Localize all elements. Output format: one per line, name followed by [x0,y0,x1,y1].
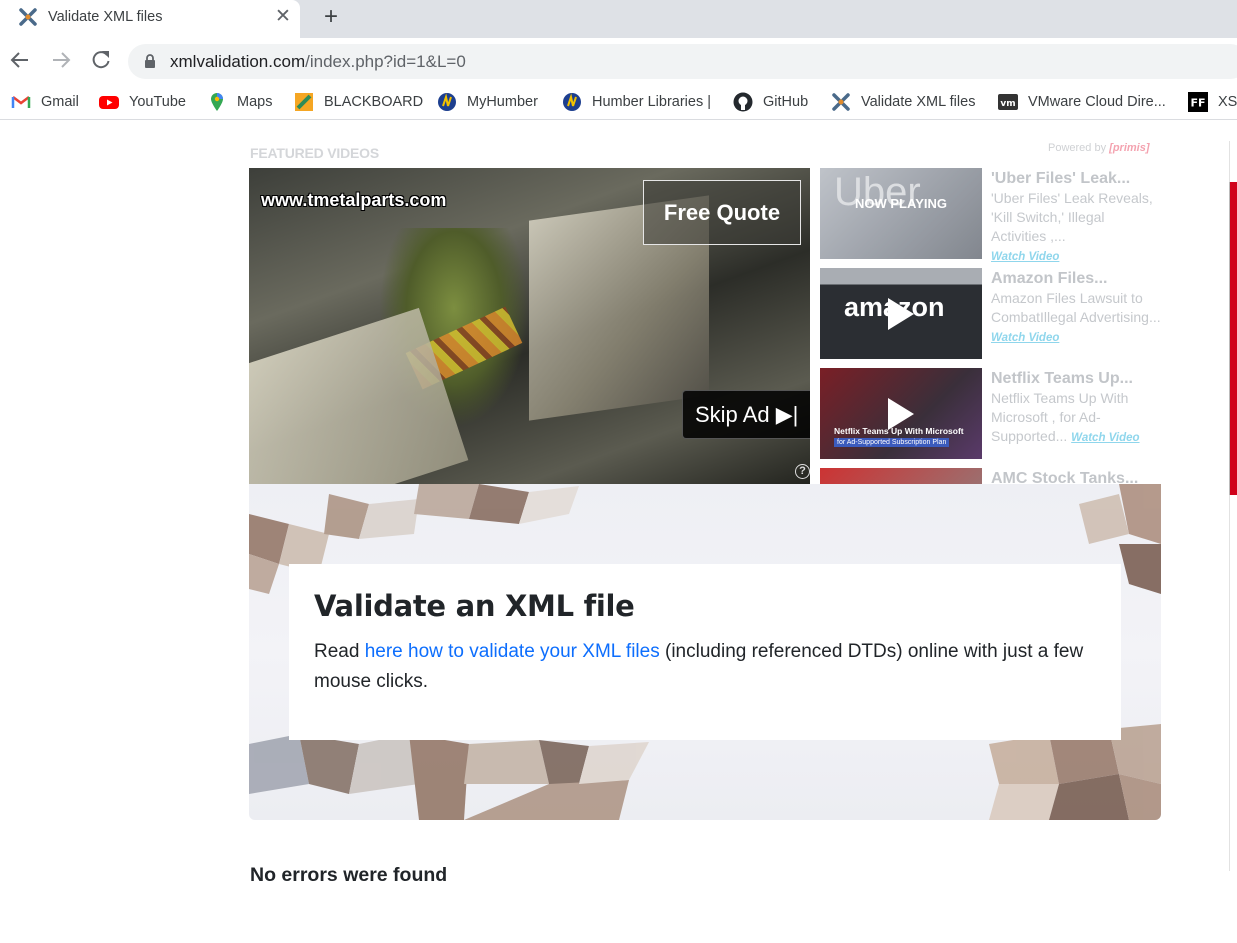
url-host: xmlvalidation.com [170,52,306,71]
intro-card: Validate an XML file Read here how to va… [289,564,1121,740]
validation-result: No errors were found [250,864,448,886]
playlist-title[interactable]: Amazon Files... [991,270,1107,288]
bookmark-label: Gmail [41,94,79,110]
url-path: /index.php?id=1&L=0 [305,52,466,71]
powered-by[interactable]: Powered by [primis] [1048,142,1150,154]
address-bar[interactable]: xmlvalidation.com/index.php?id=1&L=0 [128,44,1237,79]
playlist-item[interactable]: amazon Amazon Files... Amazon Files Laws… [820,268,1165,360]
now-playing-label: NOW PLAYING [855,196,947,211]
description-text: 'Uber Files' Leak Reveals, 'Kill Switch,… [991,190,1153,244]
back-arrow-icon[interactable] [9,49,31,71]
blackboard-icon [295,93,313,111]
reload-icon[interactable] [90,49,112,71]
playlist-description: Amazon Files Lawsuit to CombatIllegal Ad… [991,289,1161,348]
thumb-caption: Netflix Teams Up With Microsoft [834,426,964,436]
bookmark-youtube[interactable]: YouTube [99,90,186,114]
video-thumbnail: Netflix Teams Up With Microsoft for Ad-S… [820,368,982,459]
tab-active[interactable]: Validate XML files ✕ [0,0,300,38]
bookmark-xsd[interactable]: FF XSD [1188,90,1237,114]
svg-text:FF: FF [1190,97,1205,110]
video-player[interactable]: www.tmetalparts.com Free Quote Skip Ad ▶… [249,168,810,484]
page-title: Validate an XML file [314,589,635,623]
tab-strip: Validate XML files ✕ + [0,0,1237,38]
intro-text: Read here how to validate your XML files… [314,637,1104,697]
browser-toolbar: xmlvalidation.com/index.php?id=1&L=0 [0,38,1237,84]
bookmark-blackboard[interactable]: BLACKBOARD [294,90,423,114]
bookmark-label: MyHumber [467,94,538,110]
sidebar-ad[interactable] [1229,182,1237,495]
playlist-item[interactable]: Netflix Teams Up With Microsoft for Ad-S… [820,368,1165,460]
powered-by-text: Powered by [1048,142,1107,154]
bookmark-label: GitHub [763,94,809,110]
bookmark-label: YouTube [129,94,186,110]
bookmark-validate-xml[interactable]: Validate XML files [831,90,975,114]
bookmark-gmail[interactable]: Gmail [11,90,79,114]
primis-logo: [primis] [1109,142,1150,154]
bookmark-github[interactable]: GitHub [733,90,808,114]
thumb-subcaption: for Ad-Supported Subscription Plan [834,438,950,447]
bookmark-maps[interactable]: Maps [207,90,272,114]
github-icon [733,92,753,112]
playlist-title[interactable]: 'Uber Files' Leak... [991,170,1130,188]
humber-icon [563,93,581,111]
svg-text:vm: vm [1000,99,1015,109]
how-to-validate-link[interactable]: here how to validate your XML files [365,641,660,662]
gmail-icon [11,96,31,108]
vmware-icon: vm [998,94,1018,110]
intro-text-before: Read [314,641,365,662]
xmlvalidation-icon [19,8,37,26]
watch-video-link[interactable]: Watch Video [991,251,1059,263]
video-thumbnail: Uber NOW PLAYING [820,168,982,259]
playlist-description: Netflix Teams Up With Microsoft , for Ad… [991,389,1161,448]
new-tab-button[interactable]: + [318,4,344,30]
playlist-description: 'Uber Files' Leak Reveals, 'Kill Switch,… [991,189,1161,267]
video-playlist: Uber NOW PLAYING 'Uber Files' Leak... 'U… [820,168,1165,486]
forward-arrow-icon[interactable] [50,49,72,71]
url-text[interactable]: xmlvalidation.com/index.php?id=1&L=0 [170,52,466,72]
play-icon [888,298,914,330]
bookmark-myhumber[interactable]: MyHumber [437,90,538,114]
bookmark-label: XSD [1218,94,1237,110]
bookmark-vmware[interactable]: vm VMware Cloud Dire... [998,90,1166,114]
video-watermark: www.tmetalparts.com [261,190,447,210]
free-quote-button[interactable]: Free Quote [643,180,801,245]
bookmark-label: VMware Cloud Dire... [1028,94,1166,110]
thumb-overlay [820,168,982,259]
page-content: FEATURED VIDEOS Powered by [primis] www.… [0,121,1237,943]
bookmark-label: Maps [237,94,273,110]
help-icon[interactable]: ? [795,464,810,479]
youtube-icon [99,96,119,109]
tab-title: Validate XML files [48,9,163,25]
bookmark-label: BLACKBOARD [324,94,424,110]
lock-icon[interactable] [144,54,156,68]
maps-icon [211,93,223,111]
featured-videos-label: FEATURED VIDEOS [250,145,379,161]
ff-icon: FF [1188,92,1208,112]
watch-video-link[interactable]: Watch Video [1071,432,1139,444]
skip-ad-button[interactable]: Skip Ad ▶| [682,390,810,439]
watch-video-link[interactable]: Watch Video [991,332,1059,344]
bookmark-humber-libraries[interactable]: Humber Libraries | [562,90,711,114]
xmlvalidation-icon [832,93,850,111]
humber-icon [438,93,456,111]
bookmarks-bar: Gmail YouTube Maps BLACKBOARD MyHumber H… [0,84,1237,120]
bookmark-label: Validate XML files [861,94,976,110]
description-text: Amazon Files Lawsuit to CombatIllegal Ad… [991,290,1161,325]
playlist-item[interactable]: Uber NOW PLAYING 'Uber Files' Leak... 'U… [820,168,1165,263]
hero-banner: Validate an XML file Read here how to va… [249,484,1161,820]
bookmark-label: Humber Libraries | [592,94,712,110]
playlist-title[interactable]: Netflix Teams Up... [991,370,1133,388]
video-thumbnail: amazon [820,268,982,359]
tab-close-icon[interactable]: ✕ [272,6,294,28]
